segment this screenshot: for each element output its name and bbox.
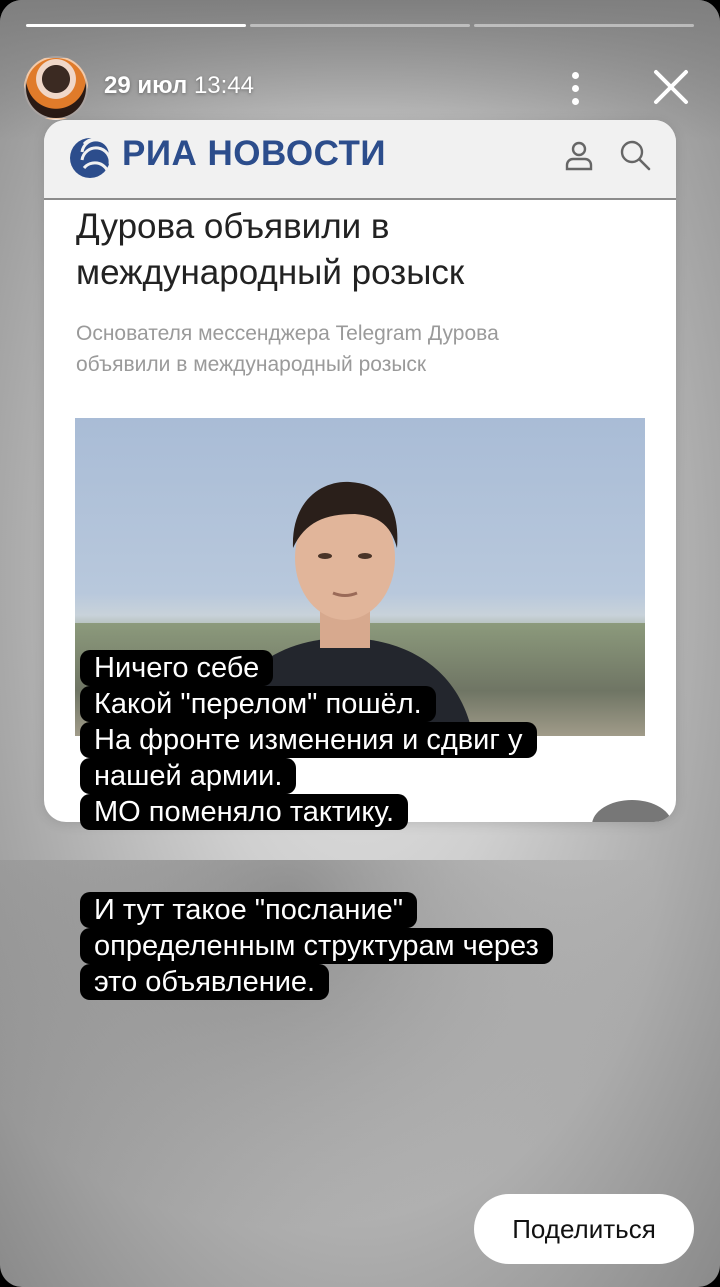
search-icon[interactable] (618, 138, 652, 172)
article-headline: Дурова объявили в международный розыск (76, 204, 636, 296)
brand-name: РИА НОВОСТИ (122, 134, 387, 173)
caption-line: это объявление. (80, 964, 330, 1000)
progress-segment (26, 24, 246, 27)
close-icon[interactable] (648, 64, 694, 110)
caption-line: И тут такое "послание" (80, 892, 418, 928)
caption-line: нашей армии. (80, 758, 297, 794)
avatar[interactable] (24, 56, 88, 120)
caption-line: Ничего себе (80, 650, 274, 686)
story-viewer[interactable]: 29 июл 13:44 РИА НОВОСТИ Дурова объявили… (0, 0, 720, 1287)
subheadline-line: объявили в международный розыск (76, 353, 427, 376)
story-progress-bar (26, 24, 694, 27)
headline-line: Дурова объявили в (76, 207, 390, 246)
caption-block-2: И тут такое "послание" определенным стру… (80, 892, 553, 1000)
ria-logo-icon (70, 137, 112, 178)
caption-line: МО поменяло тактику. (80, 794, 409, 830)
card-overlay-fragment (592, 800, 672, 822)
user-icon[interactable] (562, 138, 596, 172)
headline-line: международный розыск (76, 253, 465, 292)
subheadline-line: Основателя мессенджера Telegram Дурова (76, 322, 499, 345)
story-date: 29 июл (104, 72, 188, 99)
article-header: РИА НОВОСТИ (44, 120, 676, 200)
more-options-icon[interactable] (560, 66, 590, 110)
background-blur-top (0, 0, 720, 140)
story-timestamp: 29 июл 13:44 (104, 72, 254, 100)
progress-segment (250, 24, 470, 27)
caption-block-1: Ничего себе Какой "перелом" пошёл. На фр… (80, 650, 537, 830)
caption-line: На фронте изменения и сдвиг у (80, 722, 537, 758)
progress-segment (474, 24, 694, 27)
caption-line: Какой "перелом" пошёл. (80, 686, 436, 722)
caption-line: определенным структурам через (80, 928, 553, 964)
story-time: 13:44 (193, 72, 254, 99)
share-button[interactable]: Поделиться (474, 1194, 694, 1264)
article-subheadline: Основателя мессенджера Telegram Дурова о… (76, 318, 636, 380)
